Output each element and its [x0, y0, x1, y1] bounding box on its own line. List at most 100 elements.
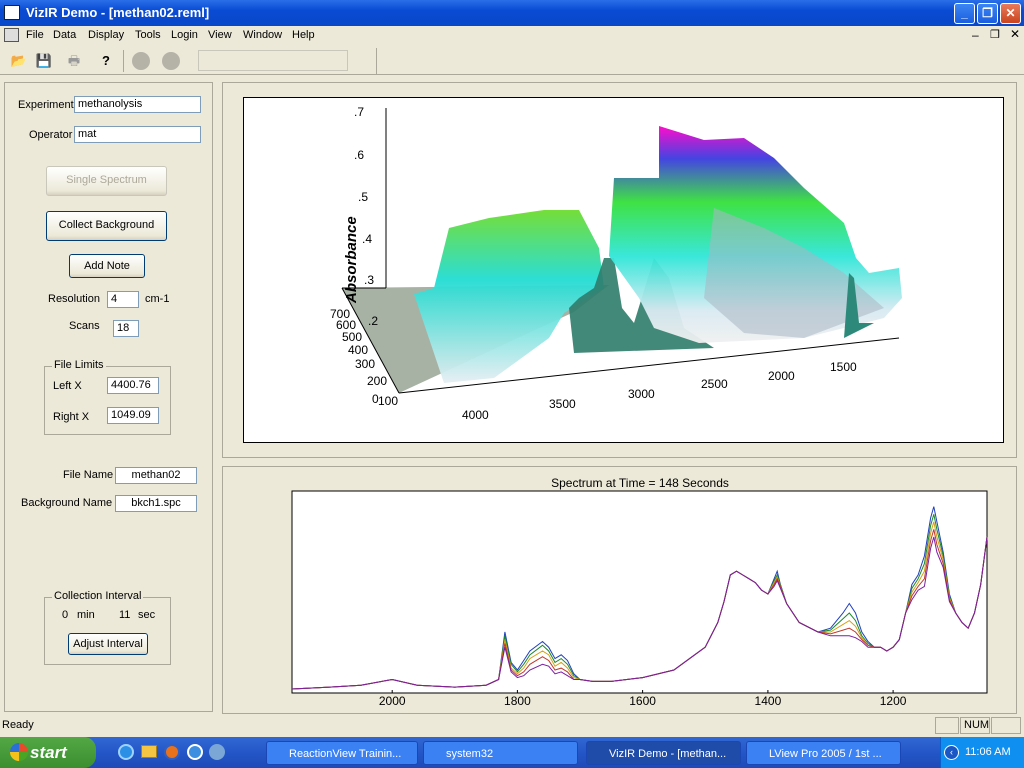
operator-field[interactable]: mat	[74, 126, 201, 143]
task-system32[interactable]: system32	[423, 741, 578, 765]
status-bar: Ready NUM	[0, 716, 1024, 736]
operator-label: Operator	[29, 129, 73, 141]
menu-tools[interactable]: Tools	[135, 29, 161, 41]
single-spectrum-button[interactable]: Single Spectrum	[46, 166, 167, 196]
interval-sec-value: 11	[119, 609, 131, 621]
task-lview-pro[interactable]: LView Pro 2005 / 1st ...	[746, 741, 901, 765]
time-tick: 400	[348, 343, 368, 357]
surface-plot-svg: Absorbance .7 .6 .5 .4 .3 .2 700 600 500…	[330, 105, 902, 422]
resolution-field[interactable]: 4	[107, 291, 139, 308]
firefox-icon[interactable]	[164, 744, 180, 760]
save-icon[interactable]: 💾	[33, 50, 55, 72]
folder-icon[interactable]	[141, 745, 157, 758]
menu-file[interactable]: File	[26, 29, 44, 41]
x-tick: 2500	[701, 377, 728, 391]
ie-icon[interactable]	[118, 744, 134, 760]
menu-login[interactable]: Login	[171, 29, 198, 41]
interval-min-value: 0	[62, 609, 69, 621]
y-tick: .2	[368, 314, 378, 328]
file-name-label: File Name	[63, 469, 114, 481]
scans-label: Scans	[69, 320, 100, 332]
task-vizir-demo[interactable]: VizIR Demo - [methan...	[586, 741, 741, 765]
time-tick: 300	[355, 357, 375, 371]
app-icon	[4, 5, 20, 20]
experiment-label: Experiment	[18, 99, 74, 111]
time-tick: 0	[372, 392, 379, 406]
y-tick: .5	[358, 190, 368, 204]
surface-band-1	[414, 210, 604, 383]
close-button[interactable]: ✕	[1000, 3, 1021, 24]
tray-expand-icon[interactable]: ‹	[944, 745, 959, 760]
right-x-field[interactable]: 1049.09	[107, 407, 159, 424]
resolution-unit: cm-1	[145, 293, 170, 305]
interval-sec-unit: sec	[138, 609, 156, 621]
x-tick-label: 2000	[379, 694, 406, 708]
num-lock-indicator: NUM	[960, 717, 990, 734]
x-tick-label: 1800	[504, 694, 531, 708]
add-note-button[interactable]: Add Note	[69, 254, 145, 278]
y-tick: .4	[362, 232, 372, 246]
stop-icon[interactable]	[162, 52, 180, 70]
menu-display[interactable]: Display	[88, 29, 124, 41]
mdi-restore-icon[interactable]: ❐	[990, 28, 1000, 41]
surface-plot[interactable]: Absorbance .7 .6 .5 .4 .3 .2 700 600 500…	[243, 97, 1004, 443]
x-tick-label: 1400	[755, 694, 782, 708]
x-ticks: 4000 3500 3000 2500 2000 1500	[462, 360, 857, 422]
task-reactionview[interactable]: ReactionView Trainin...	[266, 741, 418, 765]
x-tick: 2000	[768, 369, 795, 383]
status-text: Ready	[2, 719, 34, 731]
file-limits-title: File Limits	[52, 359, 106, 371]
toolbar: 📂 💾 🖶 ?	[0, 46, 1024, 75]
settings-icon[interactable]	[209, 744, 225, 760]
resolution-label: Resolution	[48, 293, 100, 305]
adjust-interval-button[interactable]: Adjust Interval	[68, 633, 148, 655]
x-tick-label: 1600	[629, 694, 656, 708]
y-tick: .6	[354, 148, 364, 162]
time-tick: 100	[378, 394, 398, 408]
mdi-minimize-icon[interactable]: –	[972, 28, 979, 42]
x-tick: 4000	[462, 408, 489, 422]
menu-view[interactable]: View	[208, 29, 232, 41]
menu-window[interactable]: Window	[243, 29, 282, 41]
chart-title: Spectrum at Time = 148 Seconds	[551, 476, 729, 490]
left-x-field[interactable]: 4400.76	[107, 377, 159, 394]
quicklaunch-icon[interactable]	[187, 744, 203, 760]
spectrum-panel: Spectrum at Time = 148 Seconds 2000 1800 1…	[222, 466, 1017, 714]
title-bar: VizIR Demo - [methan02.reml] _ ❐ ✕	[0, 0, 1024, 26]
spectrum-chart[interactable]: Spectrum at Time = 148 Seconds 2000 1800 1…	[223, 467, 1016, 713]
x-tick: 3500	[549, 397, 576, 411]
mdi-close-icon[interactable]: ✕	[1010, 27, 1020, 41]
file-name-field[interactable]: methan02	[115, 467, 197, 484]
x-tick: 1500	[830, 360, 857, 374]
restore-button[interactable]: ❐	[977, 3, 998, 24]
x-tick-label: 1200	[880, 694, 907, 708]
minimize-button[interactable]: _	[954, 3, 975, 24]
interval-min-unit: min	[77, 609, 95, 621]
print-icon[interactable]: 🖶	[63, 50, 85, 72]
document-icon[interactable]	[4, 28, 19, 42]
left-x-label: Left X	[53, 380, 82, 392]
y-axis-label: Absorbance	[343, 216, 360, 304]
menu-bar: File Data Display Tools Login View Windo…	[0, 26, 1024, 45]
time-tick: 200	[367, 374, 387, 388]
right-x-label: Right X	[53, 411, 90, 423]
menu-data[interactable]: Data	[53, 29, 76, 41]
x-tick: 3000	[628, 387, 655, 401]
y-tick: .3	[364, 273, 374, 287]
menu-help[interactable]: Help	[292, 29, 315, 41]
time-tick: 500	[342, 330, 362, 344]
background-name-label: Background Name	[21, 497, 113, 509]
status-field	[198, 50, 348, 71]
open-folder-icon[interactable]: 📂	[8, 50, 30, 72]
collect-background-button[interactable]: Collect Background	[46, 211, 167, 241]
help-icon[interactable]: ?	[95, 50, 117, 72]
record-icon[interactable]	[132, 52, 150, 70]
experiment-field[interactable]: methanolysis	[74, 96, 201, 113]
window-title: VizIR Demo - [methan02.reml]	[26, 5, 210, 20]
scans-field[interactable]: 18	[113, 320, 139, 337]
background-name-field[interactable]: bkch1.spc	[115, 495, 197, 512]
plot-area	[291, 490, 988, 694]
collection-interval-title: Collection Interval	[52, 590, 144, 602]
windows-logo-icon	[10, 743, 28, 761]
y-tick: .7	[354, 105, 364, 119]
